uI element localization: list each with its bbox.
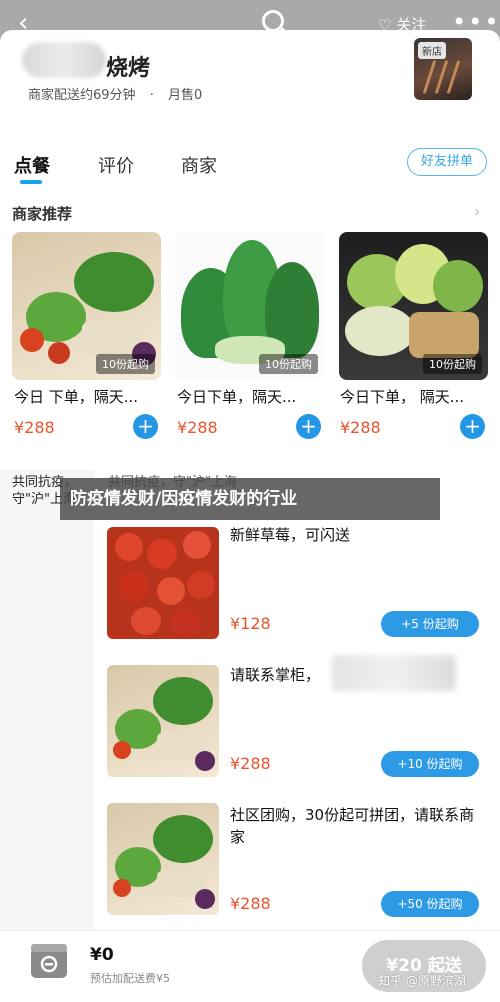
watermark: 知乎 @原野滨湖	[378, 974, 466, 988]
product-image[interactable]: 10份起购	[339, 232, 488, 380]
strawberry-graphic	[187, 571, 215, 599]
min-order-badge: 10份起购	[259, 354, 318, 374]
vegetable-graphic	[153, 815, 213, 863]
product-image[interactable]: 10份起购	[12, 232, 161, 380]
product-price: ¥128	[230, 614, 271, 633]
min-order-add-button[interactable]: +5 份起购	[381, 611, 479, 637]
product-title: 今日 下单，隔天...	[14, 388, 139, 406]
product-title: 社区团购，30份起可拼团，请联系商家	[230, 806, 475, 846]
cabbage-graphic	[345, 306, 415, 356]
cart-total: ¥0	[90, 945, 114, 965]
product-image[interactable]	[107, 527, 219, 639]
cart-icon[interactable]	[27, 940, 71, 982]
basket-graphic	[409, 312, 479, 358]
product-price: ¥288	[340, 418, 381, 437]
add-to-cart-button[interactable]: +	[133, 414, 158, 439]
min-order-add-button[interactable]: +10 份起购	[381, 751, 479, 777]
eggplant-graphic	[195, 751, 215, 771]
delivery-fee-note: 预估加配送费¥5	[90, 972, 170, 985]
product-image[interactable]	[107, 665, 219, 777]
product-image[interactable]: 10份起购	[175, 232, 324, 380]
lettuce-graphic	[433, 260, 483, 312]
vegetable-graphic	[153, 677, 213, 725]
strawberry-graphic	[183, 531, 211, 559]
separator: ·	[149, 88, 154, 103]
chevron-right-icon[interactable]: ›	[474, 202, 480, 221]
add-to-cart-button[interactable]: +	[296, 414, 321, 439]
tab-reviews[interactable]: 评价	[98, 152, 134, 178]
tomato-graphic	[113, 741, 131, 759]
tomato-graphic	[113, 879, 131, 897]
product-price: ¥288	[14, 418, 55, 437]
skewer-image	[434, 60, 449, 94]
skewer-image	[446, 60, 461, 94]
product-price: ¥288	[177, 418, 218, 437]
product-title: 今日下单，隔天...	[177, 388, 297, 406]
shop-logo[interactable]: 新店	[414, 38, 472, 100]
strawberry-graphic	[147, 539, 177, 569]
category-sidebar	[0, 470, 94, 930]
strawberry-graphic	[171, 609, 201, 637]
add-to-cart-button[interactable]: +	[460, 414, 485, 439]
tomato-graphic	[20, 328, 44, 352]
search-icon[interactable]	[262, 10, 284, 32]
group-order-button[interactable]: 好友拼单	[407, 148, 487, 176]
product-title: 今日下单， 隔天...	[340, 388, 465, 406]
active-tab-indicator	[20, 180, 42, 184]
shop-meta: 商家配送约69分钟 · 月售0	[28, 84, 212, 103]
product-price: ¥288	[230, 754, 271, 773]
product-title: 新鲜草莓，可闪送	[230, 526, 351, 544]
strawberry-graphic	[115, 533, 143, 561]
min-order-badge: 10份起购	[96, 354, 155, 374]
product-price: ¥288	[230, 894, 271, 913]
product-image[interactable]	[107, 803, 219, 915]
redacted-contact	[332, 655, 456, 691]
eggplant-graphic	[195, 889, 215, 909]
tomato-graphic	[48, 342, 70, 364]
vegetable-graphic	[74, 252, 154, 312]
strawberry-graphic	[119, 571, 149, 601]
new-shop-tag: 新店	[418, 42, 446, 59]
shop-name-redacted	[22, 42, 106, 78]
tab-merchant[interactable]: 商家	[181, 152, 217, 178]
recommend-title: 商家推荐	[12, 205, 73, 223]
min-order-add-button[interactable]: +50 份起购	[381, 891, 479, 917]
min-order-badge: 10份起购	[423, 354, 482, 374]
strawberry-graphic	[157, 577, 185, 605]
monthly-sales: 月售0	[167, 88, 203, 103]
shop-name: 烧烤	[106, 56, 151, 81]
article-title-overlay: 防疫情发财/因疫情发财的行业	[60, 478, 440, 520]
delivery-time: 商家配送约69分钟	[28, 88, 136, 103]
strawberry-graphic	[131, 607, 161, 635]
tab-order[interactable]: 点餐	[14, 152, 50, 178]
skewer-image	[422, 60, 437, 94]
